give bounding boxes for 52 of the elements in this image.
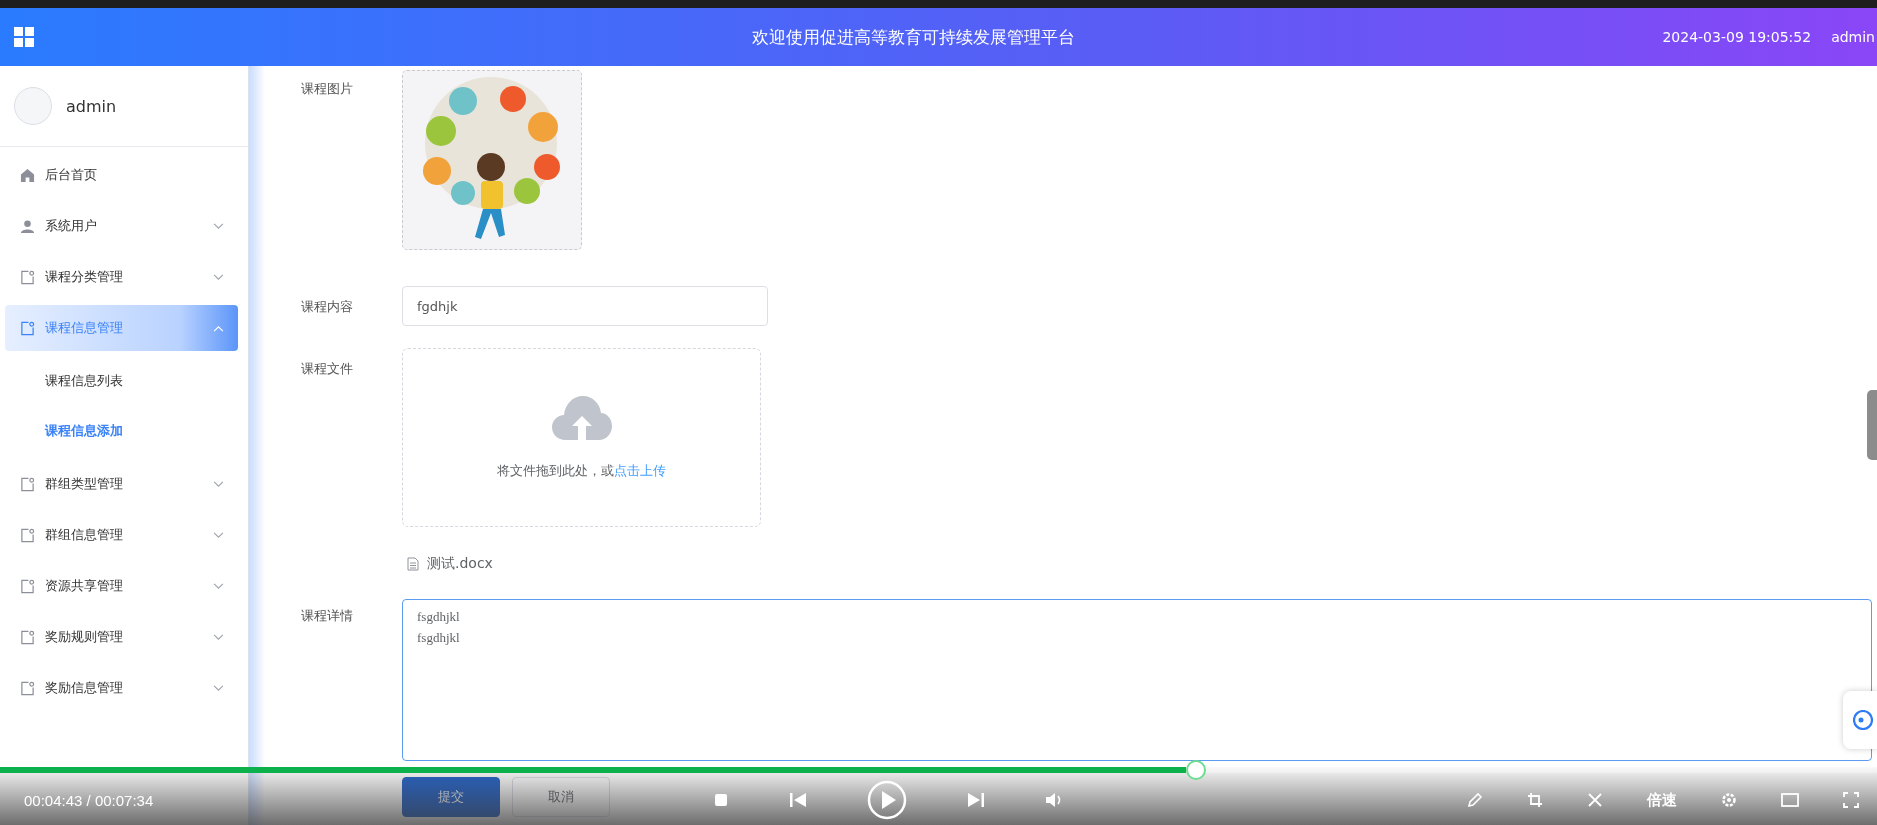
next-icon[interactable] bbox=[967, 792, 986, 808]
upload-hint: 将文件拖到此处，或点击上传 bbox=[497, 461, 666, 480]
document-icon bbox=[20, 320, 35, 336]
document-icon bbox=[20, 476, 35, 492]
document-icon bbox=[20, 629, 35, 645]
input-field[interactable]: fgdhjk bbox=[402, 286, 768, 326]
fullscreen-icon[interactable] bbox=[1843, 792, 1859, 808]
field-label: 课程详情 bbox=[301, 607, 354, 625]
user-name[interactable]: admin bbox=[1831, 29, 1875, 45]
close-icon[interactable] bbox=[1587, 792, 1603, 808]
floating-button[interactable] bbox=[1843, 691, 1877, 749]
user-name: admin bbox=[66, 96, 117, 116]
crop-icon[interactable] bbox=[1527, 792, 1543, 808]
date-time: 2024-03-09 19:05:52 bbox=[1662, 29, 1812, 45]
menu-item[interactable]: 奖励规则管理 bbox=[5, 614, 238, 660]
home-icon bbox=[20, 167, 35, 183]
previous-icon[interactable] bbox=[789, 792, 808, 808]
menu-item[interactable]: 后台首页 bbox=[5, 152, 238, 198]
field-label: 课程图片 bbox=[301, 80, 354, 98]
text-area[interactable]: fsgdhjkl fsgdhjkl bbox=[402, 599, 1872, 761]
progress-handle[interactable] bbox=[1186, 760, 1207, 780]
window-icon[interactable] bbox=[1781, 792, 1799, 808]
grid-menu-icon[interactable] bbox=[14, 27, 34, 47]
play-icon[interactable] bbox=[867, 780, 908, 820]
page-title: 欢迎使用促进高等教育可持续发展管理平台 bbox=[750, 25, 1076, 49]
user-icon bbox=[20, 218, 35, 234]
menu-item[interactable]: 课程分类管理 bbox=[5, 254, 238, 300]
form-button[interactable]: 取消 bbox=[512, 777, 610, 817]
stop-icon[interactable] bbox=[713, 792, 730, 808]
menu-item[interactable]: 奖励信息管理 bbox=[5, 665, 238, 711]
form-button[interactable]: 提交 bbox=[402, 777, 500, 817]
menu-item[interactable]: 系统用户 bbox=[5, 203, 238, 249]
upload-cloud-icon bbox=[551, 395, 612, 440]
document-icon bbox=[20, 527, 35, 543]
menu-item[interactable]: 群组信息管理 bbox=[5, 512, 238, 558]
field-label: 课程文件 bbox=[301, 360, 354, 378]
avatar-icon bbox=[14, 87, 52, 125]
submenu-item[interactable]: 课程信息列表 bbox=[0, 356, 248, 406]
menu-item[interactable]: 资源共享管理 bbox=[5, 563, 238, 609]
document-icon bbox=[20, 269, 35, 285]
pen-icon[interactable] bbox=[1467, 792, 1483, 808]
file-icon bbox=[407, 557, 419, 571]
field-label: 课程内容 bbox=[301, 298, 354, 316]
upload-area[interactable]: 将文件拖到此处，或点击上传 bbox=[402, 348, 761, 527]
submenu-item[interactable]: 课程信息添加 bbox=[0, 406, 248, 456]
scrollbar-thumb[interactable] bbox=[1867, 390, 1877, 460]
document-icon bbox=[20, 578, 35, 594]
video-time: 00:04:43 / 00:07:34 bbox=[24, 791, 154, 809]
menu-item[interactable]: 群组类型管理 bbox=[5, 461, 238, 507]
file-name[interactable]: 测试.docx bbox=[427, 555, 493, 573]
document-icon bbox=[20, 680, 35, 696]
settings-icon[interactable] bbox=[1721, 792, 1737, 808]
